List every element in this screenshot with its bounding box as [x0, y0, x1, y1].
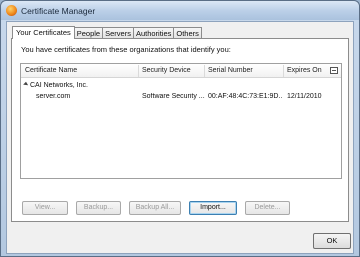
backup-button[interactable]: Backup... [76, 201, 121, 215]
certificate-device: Software Security ... [142, 93, 205, 100]
certificate-serial: 00:AF:48:4C:73:E1:9D... [208, 93, 283, 100]
tree-group-row[interactable]: CAI Networks, Inc. [21, 81, 341, 91]
intro-text: You have certificates from these organiz… [21, 45, 231, 54]
title-bar[interactable]: Certificate Manager [1, 1, 359, 20]
column-serial-number[interactable]: Serial Number [208, 67, 253, 74]
view-button[interactable]: View... [22, 201, 68, 215]
action-buttons: View... Backup... Backup All... Import..… [22, 201, 298, 215]
certificate-name: server.com [36, 93, 71, 100]
column-picker-icon[interactable] [330, 67, 338, 74]
tree-header: Certificate Name Security Device Serial … [21, 64, 341, 78]
firefox-icon [6, 5, 17, 16]
column-divider[interactable] [204, 65, 205, 77]
backup-all-button[interactable]: Backup All... [129, 201, 181, 215]
column-divider[interactable] [283, 65, 284, 77]
group-name: CAI Networks, Inc. [30, 82, 88, 89]
certificate-row[interactable]: server.com Software Security ... 00:AF:4… [21, 92, 341, 102]
dialog-body: Your Certificates People Servers Authori… [6, 21, 354, 254]
column-divider[interactable] [138, 65, 139, 77]
window-title: Certificate Manager [21, 5, 96, 16]
certificate-manager-window: Certificate Manager Your Certificates Pe… [0, 0, 360, 257]
certificate-expires: 12/11/2010 [287, 93, 322, 100]
delete-button[interactable]: Delete... [245, 201, 290, 215]
tree-expanded-icon[interactable] [23, 81, 29, 88]
column-certificate-name[interactable]: Certificate Name [25, 67, 77, 74]
your-certificates-panel: You have certificates from these organiz… [11, 38, 349, 222]
column-security-device[interactable]: Security Device [142, 67, 191, 74]
ok-button[interactable]: OK [313, 233, 351, 249]
certificate-tree[interactable]: Certificate Name Security Device Serial … [20, 63, 342, 179]
column-expires-on[interactable]: Expires On [287, 67, 322, 74]
tab-your-certificates[interactable]: Your Certificates [12, 26, 75, 39]
import-button[interactable]: Import... [189, 201, 237, 215]
